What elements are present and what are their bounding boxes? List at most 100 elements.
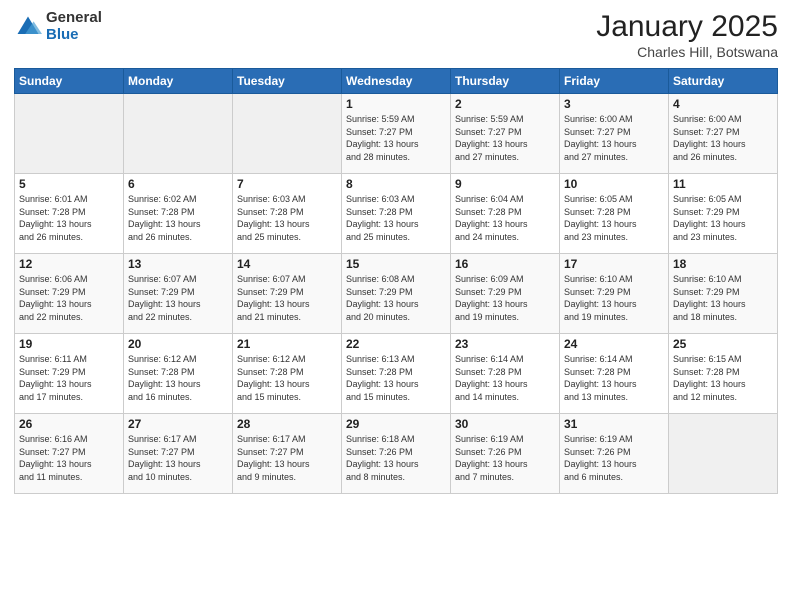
calendar-table: Sunday Monday Tuesday Wednesday Thursday…: [14, 68, 778, 494]
table-row: 2Sunrise: 5:59 AM Sunset: 7:27 PM Daylig…: [451, 94, 560, 174]
table-row: 20 Sunrise: 6:12 AM Sunset: 7:28 PM Dayli…: [124, 334, 233, 414]
header-wednesday: Wednesday: [342, 69, 451, 94]
day-info: Sunrise: 6:10 AM Sunset: 7:29 PM Dayligh…: [673, 273, 773, 323]
day-number: 25: [673, 337, 773, 351]
header-friday: Friday: [560, 69, 669, 94]
table-row: 13 Sunrise: 6:07 AM Sunset: 7:29 PM Dayli…: [124, 254, 233, 334]
day-info: Sunrise: 6:05 AM Sunset: 7:28 PM Dayligh…: [564, 193, 664, 243]
table-row: [124, 94, 233, 174]
header-sunday: Sunday: [15, 69, 124, 94]
calendar-week-row: 26Sunrise: 6:16 AM Sunset: 7:27 PM Dayli…: [15, 414, 778, 494]
table-row: 8 Sunrise: 6:03 AM Sunset: 7:28 PM Daylig…: [342, 174, 451, 254]
day-number: 31: [564, 417, 664, 431]
table-row: 15 Sunrise: 6:08 AM Sunset: 7:29 PM Dayli…: [342, 254, 451, 334]
table-row: 17 Sunrise: 6:10 AM Sunset: 7:29 PM Dayli…: [560, 254, 669, 334]
table-row: 10 Sunrise: 6:05 AM Sunset: 7:28 PM Dayli…: [560, 174, 669, 254]
day-info: Sunrise: 6:15 AM Sunset: 7:28 PM Dayligh…: [673, 353, 773, 403]
day-info: Sunrise: 6:06 AM Sunset: 7:29 PM Dayligh…: [19, 273, 119, 323]
day-number: 21: [237, 337, 337, 351]
day-info: Sunrise: 6:09 AM Sunset: 7:29 PM Dayligh…: [455, 273, 555, 323]
day-number: 19: [19, 337, 119, 351]
day-info: Sunrise: 6:07 AM Sunset: 7:29 PM Dayligh…: [128, 273, 228, 323]
table-row: 31Sunrise: 6:19 AM Sunset: 7:26 PM Dayli…: [560, 414, 669, 494]
day-number: 24: [564, 337, 664, 351]
day-info: Sunrise: 6:07 AM Sunset: 7:29 PM Dayligh…: [237, 273, 337, 323]
day-number: 26: [19, 417, 119, 431]
day-info: Sunrise: 6:00 AM Sunset: 7:27 PM Dayligh…: [564, 113, 664, 163]
logo-general: General: [46, 10, 102, 27]
table-row: 11 Sunrise: 6:05 AM Sunset: 7:29 PM Dayli…: [669, 174, 778, 254]
day-number: 16: [455, 257, 555, 271]
logo: General Blue: [14, 10, 102, 43]
day-info: Sunrise: 5:59 AM Sunset: 7:27 PM Dayligh…: [346, 113, 446, 163]
table-row: 12 Sunrise: 6:06 AM Sunset: 7:29 PM Dayli…: [15, 254, 124, 334]
day-info: Sunrise: 6:17 AM Sunset: 7:27 PM Dayligh…: [237, 433, 337, 483]
table-row: [15, 94, 124, 174]
day-number: 30: [455, 417, 555, 431]
page-container: General Blue January 2025 Charles Hill, …: [0, 0, 792, 502]
day-number: 9: [455, 177, 555, 191]
table-row: 18 Sunrise: 6:10 AM Sunset: 7:29 PM Dayli…: [669, 254, 778, 334]
day-number: 6: [128, 177, 228, 191]
day-number: 28: [237, 417, 337, 431]
calendar-week-row: 12 Sunrise: 6:06 AM Sunset: 7:29 PM Dayli…: [15, 254, 778, 334]
table-row: 21 Sunrise: 6:12 AM Sunset: 7:28 PM Dayli…: [233, 334, 342, 414]
day-info: Sunrise: 6:14 AM Sunset: 7:28 PM Dayligh…: [564, 353, 664, 403]
day-info: Sunrise: 6:19 AM Sunset: 7:26 PM Dayligh…: [455, 433, 555, 483]
day-number: 14: [237, 257, 337, 271]
table-row: [669, 414, 778, 494]
day-number: 20: [128, 337, 228, 351]
table-row: 4Sunrise: 6:00 AM Sunset: 7:27 PM Daylig…: [669, 94, 778, 174]
logo-icon: [14, 13, 42, 41]
table-row: 6 Sunrise: 6:02 AM Sunset: 7:28 PM Daylig…: [124, 174, 233, 254]
day-info: Sunrise: 6:12 AM Sunset: 7:28 PM Dayligh…: [128, 353, 228, 403]
day-info: Sunrise: 6:02 AM Sunset: 7:28 PM Dayligh…: [128, 193, 228, 243]
day-info: Sunrise: 6:01 AM Sunset: 7:28 PM Dayligh…: [19, 193, 119, 243]
day-number: 4: [673, 97, 773, 111]
day-info: Sunrise: 6:03 AM Sunset: 7:28 PM Dayligh…: [346, 193, 446, 243]
title-block: January 2025 Charles Hill, Botswana: [596, 10, 778, 60]
table-row: 7Sunrise: 6:03 AM Sunset: 7:28 PM Daylig…: [233, 174, 342, 254]
day-number: 22: [346, 337, 446, 351]
table-row: [233, 94, 342, 174]
day-number: 23: [455, 337, 555, 351]
day-number: 13: [128, 257, 228, 271]
table-row: 28 Sunrise: 6:17 AM Sunset: 7:27 PM Dayli…: [233, 414, 342, 494]
day-info: Sunrise: 6:05 AM Sunset: 7:29 PM Dayligh…: [673, 193, 773, 243]
table-row: 24 Sunrise: 6:14 AM Sunset: 7:28 PM Dayli…: [560, 334, 669, 414]
table-row: 16 Sunrise: 6:09 AM Sunset: 7:29 PM Dayli…: [451, 254, 560, 334]
day-number: 11: [673, 177, 773, 191]
day-number: 2: [455, 97, 555, 111]
day-number: 12: [19, 257, 119, 271]
calendar-week-row: 5 Sunrise: 6:01 AM Sunset: 7:28 PM Daylig…: [15, 174, 778, 254]
day-info: Sunrise: 6:17 AM Sunset: 7:27 PM Dayligh…: [128, 433, 228, 483]
header-monday: Monday: [124, 69, 233, 94]
day-info: Sunrise: 6:08 AM Sunset: 7:29 PM Dayligh…: [346, 273, 446, 323]
day-number: 18: [673, 257, 773, 271]
day-number: 10: [564, 177, 664, 191]
table-row: 26Sunrise: 6:16 AM Sunset: 7:27 PM Dayli…: [15, 414, 124, 494]
day-number: 15: [346, 257, 446, 271]
table-row: 27Sunrise: 6:17 AM Sunset: 7:27 PM Dayli…: [124, 414, 233, 494]
day-number: 17: [564, 257, 664, 271]
day-number: 7: [237, 177, 337, 191]
calendar-week-row: 19 Sunrise: 6:11 AM Sunset: 7:29 PM Dayli…: [15, 334, 778, 414]
day-number: 29: [346, 417, 446, 431]
table-row: 3Sunrise: 6:00 AM Sunset: 7:27 PM Daylig…: [560, 94, 669, 174]
calendar-title: January 2025: [596, 10, 778, 44]
day-number: 5: [19, 177, 119, 191]
day-info: Sunrise: 6:14 AM Sunset: 7:28 PM Dayligh…: [455, 353, 555, 403]
table-row: 9 Sunrise: 6:04 AM Sunset: 7:28 PM Daylig…: [451, 174, 560, 254]
table-row: 19 Sunrise: 6:11 AM Sunset: 7:29 PM Dayli…: [15, 334, 124, 414]
day-number: 8: [346, 177, 446, 191]
day-info: Sunrise: 6:04 AM Sunset: 7:28 PM Dayligh…: [455, 193, 555, 243]
day-info: Sunrise: 6:11 AM Sunset: 7:29 PM Dayligh…: [19, 353, 119, 403]
day-info: Sunrise: 6:13 AM Sunset: 7:28 PM Dayligh…: [346, 353, 446, 403]
table-row: 22 Sunrise: 6:13 AM Sunset: 7:28 PM Dayli…: [342, 334, 451, 414]
day-info: Sunrise: 6:10 AM Sunset: 7:29 PM Dayligh…: [564, 273, 664, 323]
header-saturday: Saturday: [669, 69, 778, 94]
header-tuesday: Tuesday: [233, 69, 342, 94]
table-row: 29Sunrise: 6:18 AM Sunset: 7:26 PM Dayli…: [342, 414, 451, 494]
logo-blue: Blue: [46, 27, 102, 44]
day-info: Sunrise: 6:12 AM Sunset: 7:28 PM Dayligh…: [237, 353, 337, 403]
